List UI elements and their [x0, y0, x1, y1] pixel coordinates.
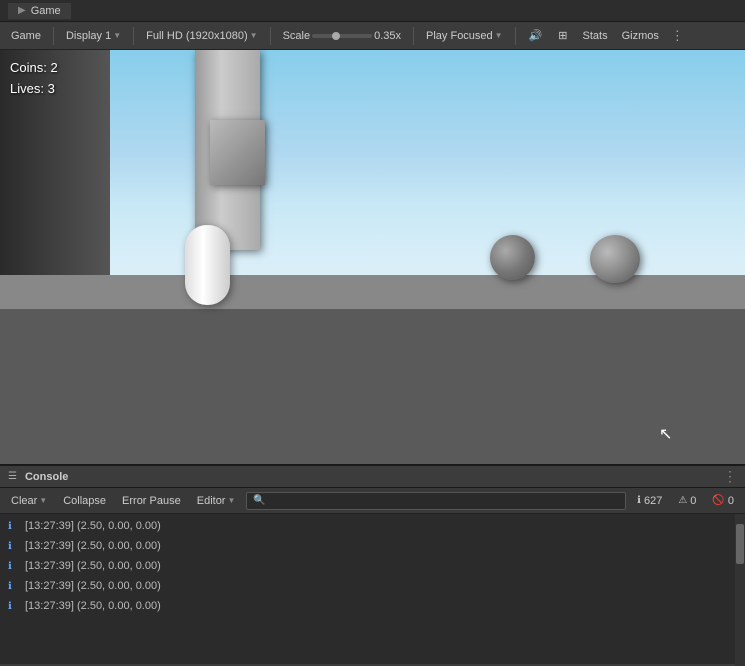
console-body: ℹ[13:27:39] (2.50, 0.00, 0.00)ℹ[13:27:39… — [0, 514, 745, 666]
console-log-line: ℹ[13:27:39] (2.50, 0.00, 0.00) — [0, 576, 735, 596]
clear-button[interactable]: Clear ▼ — [6, 494, 52, 508]
scale-thumb — [332, 32, 340, 40]
game-tab[interactable]: ▶ Game — [8, 3, 71, 19]
resolution-dropdown[interactable]: Full HD (1920x1080) ▼ — [141, 28, 262, 44]
game-hud: Coins: 2 Lives: 3 — [10, 58, 58, 100]
volume-icon: 🔊 — [529, 30, 543, 42]
error-badge: 🚫 0 — [707, 494, 739, 508]
warning-icon: ⚠ — [678, 495, 687, 506]
resolution-arrow-icon: ▼ — [250, 31, 258, 40]
console-log-line: ℹ[13:27:39] (2.50, 0.00, 0.00) — [0, 556, 735, 576]
coins-display: Coins: 2 — [10, 58, 58, 79]
sep5 — [515, 27, 516, 45]
console-title: Console — [25, 471, 68, 483]
console-log-line: ℹ[13:27:39] (2.50, 0.00, 0.00) — [0, 596, 735, 616]
console-panel: ☰ Console ⋮ Clear ▼ Collapse Error Pause… — [0, 464, 745, 664]
more-options-icon[interactable]: ⋮ — [668, 28, 687, 44]
log-icon: ℹ — [8, 561, 20, 572]
play-focused-dropdown[interactable]: Play Focused ▼ — [421, 28, 508, 44]
gizmos-button[interactable]: Gizmos — [617, 28, 664, 44]
log-icon: ℹ — [8, 521, 20, 532]
sphere-2 — [590, 235, 640, 283]
collapse-button[interactable]: Collapse — [58, 494, 111, 508]
sep3 — [270, 27, 271, 45]
title-bar: ▶ Game — [0, 0, 745, 22]
error-icon: 🚫 — [712, 495, 724, 506]
floor-area — [0, 309, 745, 464]
lives-display: Lives: 3 — [10, 79, 58, 100]
warning-badge: ⚠ 0 — [673, 494, 701, 508]
game-label: Game — [6, 28, 46, 44]
stats-button[interactable]: Stats — [578, 28, 613, 44]
console-more-icon[interactable]: ⋮ — [723, 468, 737, 485]
console-search[interactable]: 🔍 — [246, 492, 626, 510]
search-icon: 🔍 — [253, 495, 265, 506]
console-scrollbar-thumb — [736, 524, 744, 564]
game-view[interactable]: Coins: 2 Lives: 3 ↖ — [0, 50, 745, 464]
play-focused-arrow-icon: ▼ — [495, 31, 503, 40]
falling-box — [210, 120, 265, 185]
sphere-1 — [490, 235, 535, 280]
console-scrollbar[interactable] — [735, 514, 745, 666]
console-log-line: ℹ[13:27:39] (2.50, 0.00, 0.00) — [0, 536, 735, 556]
log-icon: ℹ — [8, 541, 20, 552]
log-icon: ℹ — [8, 581, 20, 592]
sep4 — [413, 27, 414, 45]
game-tab-label: Game — [31, 5, 61, 17]
info-badge: ℹ 627 — [632, 494, 667, 508]
info-icon: ℹ — [637, 495, 641, 506]
game-tab-icon: ▶ — [18, 5, 26, 16]
error-pause-button[interactable]: Error Pause — [117, 494, 186, 508]
display-arrow-icon: ▼ — [113, 31, 121, 40]
sep2 — [133, 27, 134, 45]
editor-dropdown[interactable]: Editor ▼ — [192, 494, 241, 508]
console-log-line: ℹ[13:27:39] (2.50, 0.00, 0.00) — [0, 516, 735, 536]
grid-button[interactable]: ⊞ — [552, 27, 573, 44]
editor-arrow-icon: ▼ — [227, 496, 235, 505]
scale-control: Scale 0.35x — [278, 28, 406, 44]
console-messages: ℹ[13:27:39] (2.50, 0.00, 0.00)ℹ[13:27:39… — [0, 514, 735, 666]
volume-button[interactable]: 🔊 — [523, 27, 549, 44]
sep1 — [53, 27, 54, 45]
player-capsule — [185, 225, 230, 305]
grid-icon: ⊞ — [558, 30, 567, 42]
game-toolbar: Game Display 1 ▼ Full HD (1920x1080) ▼ S… — [0, 22, 745, 50]
console-icon: ☰ — [8, 471, 17, 482]
log-icon: ℹ — [8, 601, 20, 612]
console-toolbar: Clear ▼ Collapse Error Pause Editor ▼ 🔍 … — [0, 488, 745, 514]
display-dropdown[interactable]: Display 1 ▼ — [61, 28, 126, 44]
scale-track[interactable] — [312, 34, 372, 38]
clear-arrow-icon: ▼ — [39, 496, 47, 505]
console-header: ☰ Console ⋮ — [0, 466, 745, 488]
